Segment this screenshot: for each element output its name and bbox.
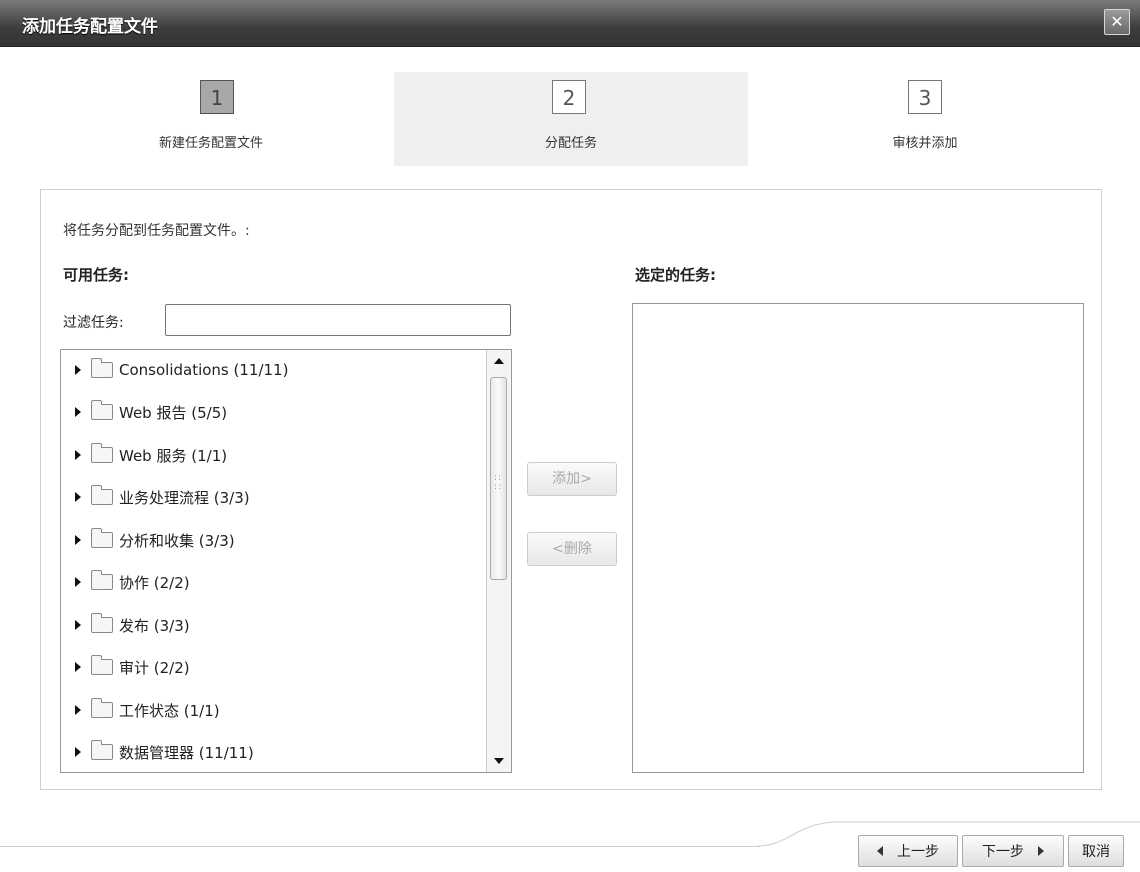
expand-arrow-icon[interactable] <box>75 450 81 460</box>
folder-icon <box>91 740 113 760</box>
tree-item-label: Consolidations (11/11) <box>119 361 289 379</box>
tree-item-label: 分析和收集 (3/3) <box>119 531 235 550</box>
tree-item-label: 工作状态 (1/1) <box>119 701 220 720</box>
scroll-down-icon[interactable] <box>494 758 504 764</box>
tree-item[interactable]: 分析和收集 (3/3) <box>75 528 235 552</box>
grip-icon: :::: <box>494 473 503 492</box>
filter-tasks-label: 过滤任务: <box>63 315 124 331</box>
step-2: 2 分配任务 <box>394 72 748 166</box>
expand-arrow-icon[interactable] <box>75 365 81 375</box>
arrow-right-icon <box>1038 846 1044 856</box>
folder-icon <box>91 443 113 463</box>
assign-tasks-panel: 将任务分配到任务配置文件。: 可用任务: 选定的任务: 过滤任务: Consol… <box>40 189 1102 790</box>
tree-item-label: 协作 (2/2) <box>119 573 190 592</box>
folder-icon <box>91 400 113 420</box>
tree-item-label: 数据管理器 (11/11) <box>119 743 254 762</box>
cancel-button[interactable]: 取消 <box>1068 835 1124 867</box>
expand-arrow-icon[interactable] <box>75 747 81 757</box>
tree-item-label: Web 报告 (5/5) <box>119 403 228 422</box>
expand-arrow-icon[interactable] <box>75 620 81 630</box>
add-button[interactable]: 添加> <box>527 462 617 496</box>
previous-button-label: 上一步 <box>897 844 939 860</box>
step-2-label: 分配任务 <box>544 136 597 151</box>
footer-divider <box>0 846 760 847</box>
next-button-label: 下一步 <box>982 844 1024 860</box>
tree-scrollbar[interactable]: :::: <box>486 350 511 772</box>
expand-arrow-icon[interactable] <box>75 492 81 502</box>
scroll-thumb[interactable]: :::: <box>490 377 507 580</box>
dialog-title: 添加任务配置文件 <box>22 17 158 37</box>
instruction-text: 将任务分配到任务配置文件。: <box>63 223 250 239</box>
folder-icon <box>91 613 113 633</box>
step-1-label: 新建任务配置文件 <box>158 136 263 151</box>
title-bar: 添加任务配置文件 ✕ <box>0 0 1140 47</box>
tree-item-label: 业务处理流程 (3/3) <box>119 488 250 507</box>
available-tasks-tree[interactable]: Consolidations (11/11) Web 报告 (5/5) Web … <box>60 349 512 773</box>
tree-item[interactable]: 发布 (3/3) <box>75 613 190 637</box>
remove-button[interactable]: <删除 <box>527 532 617 566</box>
folder-icon <box>91 485 113 505</box>
expand-arrow-icon[interactable] <box>75 407 81 417</box>
folder-icon <box>91 655 113 675</box>
step-3: 3 审核并添加 <box>760 46 1090 166</box>
step-3-number: 3 <box>908 80 942 114</box>
selected-tasks-label: 选定的任务: <box>635 266 716 284</box>
expand-arrow-icon[interactable] <box>75 705 81 715</box>
tree-item[interactable]: 协作 (2/2) <box>75 570 190 594</box>
step-1: 1 新建任务配置文件 <box>46 46 376 166</box>
tree-item[interactable]: Consolidations (11/11) <box>75 358 288 382</box>
tree-item[interactable]: 业务处理流程 (3/3) <box>75 485 250 509</box>
folder-icon <box>91 528 113 548</box>
previous-button[interactable]: 上一步 <box>858 835 958 867</box>
scroll-up-icon[interactable] <box>494 358 504 364</box>
step-3-label: 审核并添加 <box>892 136 958 151</box>
selected-tasks-list[interactable] <box>632 303 1084 773</box>
close-button[interactable]: ✕ <box>1104 9 1130 35</box>
folder-icon <box>91 698 113 718</box>
close-icon: ✕ <box>1110 12 1124 31</box>
expand-arrow-icon[interactable] <box>75 577 81 587</box>
folder-icon <box>91 570 113 590</box>
tree-item-label: 审计 (2/2) <box>119 658 190 677</box>
available-tasks-label: 可用任务: <box>63 266 129 284</box>
step-2-number: 2 <box>552 80 586 114</box>
tree-item[interactable]: 审计 (2/2) <box>75 655 190 679</box>
expand-arrow-icon[interactable] <box>75 662 81 672</box>
arrow-left-icon <box>877 846 883 856</box>
next-button[interactable]: 下一步 <box>962 835 1064 867</box>
tree-item[interactable]: Web 服务 (1/1) <box>75 443 227 467</box>
expand-arrow-icon[interactable] <box>75 535 81 545</box>
step-1-number: 1 <box>200 80 234 114</box>
tree-item[interactable]: 工作状态 (1/1) <box>75 698 220 722</box>
tree-item[interactable]: 数据管理器 (11/11) <box>75 740 254 764</box>
filter-tasks-input[interactable] <box>165 304 511 336</box>
tree-item[interactable]: Web 报告 (5/5) <box>75 400 227 424</box>
folder-icon <box>91 358 113 378</box>
tree-item-label: 发布 (3/3) <box>119 616 190 635</box>
wizard-steps: 1 新建任务配置文件 2 分配任务 3 审核并添加 <box>0 46 1140 176</box>
tree-item-label: Web 服务 (1/1) <box>119 446 228 465</box>
